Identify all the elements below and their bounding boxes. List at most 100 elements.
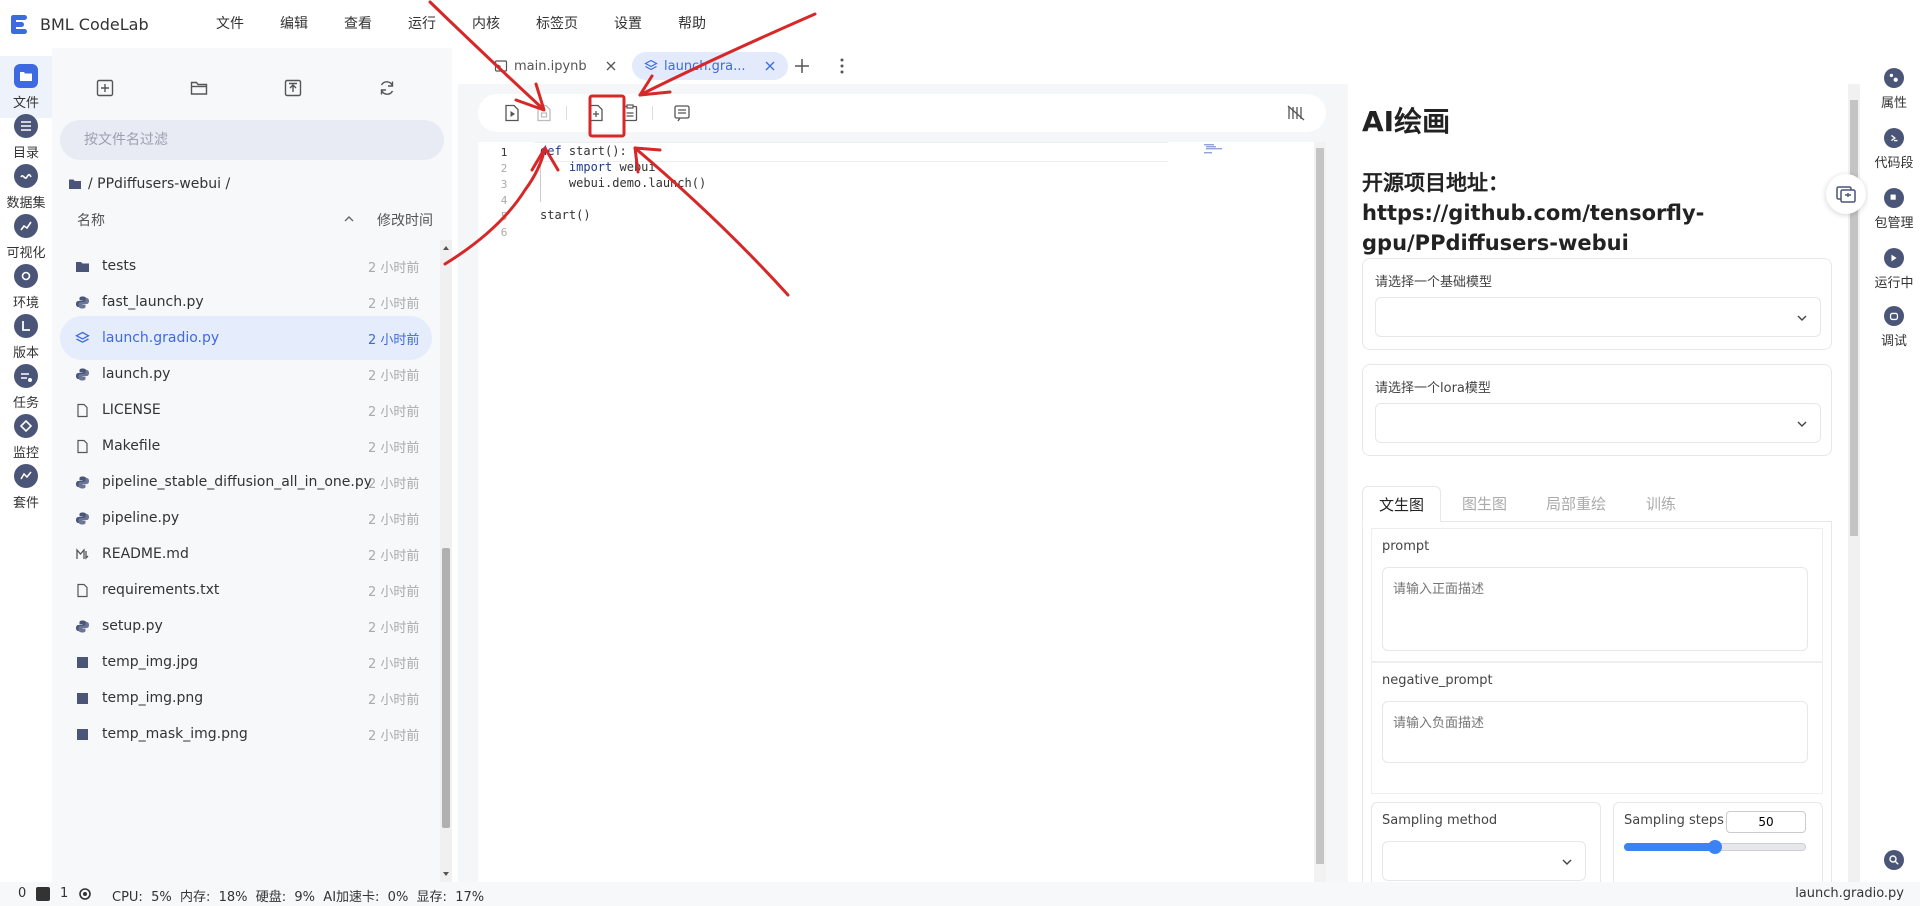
close-icon[interactable]	[764, 60, 776, 72]
menu-item-0[interactable]: 文件	[198, 0, 262, 48]
file-modified-time: 2 小时前	[368, 440, 420, 456]
menu-item-1[interactable]: 编辑	[262, 0, 326, 48]
tab-main-ipynb[interactable]: main.ipynb	[482, 52, 629, 80]
bml-logo-icon	[11, 15, 27, 34]
new-folder-icon	[190, 81, 208, 95]
file-file-icon	[74, 438, 90, 454]
terminal-icon[interactable]	[36, 887, 50, 901]
code-keyword: import	[568, 160, 613, 174]
lora-model-select[interactable]	[1375, 403, 1821, 443]
tab-training[interactable]: 训练	[1630, 486, 1692, 522]
package-icon	[1884, 188, 1904, 208]
add-tab-icon[interactable]	[792, 56, 812, 76]
floating-screenshot-button[interactable]	[1826, 174, 1866, 214]
base-model-select[interactable]	[1375, 297, 1821, 337]
comment-icon	[674, 105, 690, 122]
scrollbar-thumb[interactable]	[1850, 100, 1858, 536]
add-snippet-icon	[589, 104, 603, 122]
sampling-steps-input[interactable]	[1726, 811, 1806, 833]
activity-item-8[interactable]: 套件	[0, 456, 52, 518]
menu-item-6[interactable]: 设置	[596, 0, 660, 48]
file-name: README.md	[102, 546, 189, 562]
toggle-wrap-button[interactable]	[1286, 103, 1306, 123]
column-name-header[interactable]: 名称	[77, 210, 105, 230]
clipboard-button[interactable]	[620, 103, 640, 123]
scroll-down-icon[interactable]	[442, 870, 450, 878]
scroll-up-icon[interactable]	[442, 244, 450, 252]
editor-scrollbar[interactable]	[1314, 142, 1326, 882]
tab-inpainting[interactable]: 局部重绘	[1530, 486, 1622, 522]
environment-icon	[14, 264, 38, 288]
activity-label: 套件	[12, 496, 39, 511]
list-icon	[14, 114, 38, 138]
running-icon	[1884, 248, 1904, 268]
refresh-icon	[380, 81, 394, 95]
file-row[interactable]: temp_mask_img.png 2 小时前	[60, 712, 432, 756]
file-modified-time: 2 小时前	[368, 404, 420, 420]
run-file-button[interactable]	[502, 103, 522, 123]
task-icon	[14, 364, 38, 388]
save-file-button[interactable]	[534, 103, 554, 123]
chevron-up-icon[interactable]	[342, 212, 356, 226]
gradio-file-icon	[74, 330, 90, 346]
menu-item-3[interactable]: 运行	[390, 0, 454, 48]
tab-launch-gradio[interactable]: launch.gra...	[632, 52, 788, 80]
more-vertical-icon[interactable]	[832, 56, 852, 76]
search-icon[interactable]	[1884, 850, 1904, 870]
file-modified-time: 2 小时前	[368, 692, 420, 708]
slider-thumb[interactable]	[1708, 840, 1722, 854]
breadcrumb[interactable]: / PPdiffusers-webui /	[68, 176, 230, 192]
right-bar-label: 代码段	[1874, 156, 1914, 171]
file-modified-time: 2 小时前	[368, 584, 420, 600]
sampling-method-label: Sampling method	[1382, 813, 1498, 828]
menu-item-5[interactable]: 标签页	[518, 0, 596, 48]
gear-icon[interactable]	[78, 887, 92, 901]
close-icon[interactable]	[605, 60, 617, 72]
file-browser-panel: / PPdiffusers-webui / 名称 修改时间 tests 2 小时前…	[52, 48, 452, 882]
line-number: 6	[500, 226, 508, 239]
refresh-button[interactable]	[369, 70, 405, 106]
code-editor[interactable]: 1 2 3 4 5 6 def start(): import webui webui.d…	[478, 142, 1326, 882]
properties-icon	[1884, 68, 1904, 88]
editor-tab-bar: main.ipynb launch.gra...	[458, 48, 1348, 84]
sampling-method-select[interactable]	[1382, 841, 1586, 881]
menu-item-4[interactable]: 内核	[454, 0, 518, 48]
menu-item-7[interactable]: 帮助	[660, 0, 724, 48]
main-menu: 文件 编辑 查看 运行 内核 标签页 设置 帮助	[198, 0, 724, 48]
scrollbar-thumb[interactable]	[442, 548, 450, 828]
file-list-header: 名称 修改时间	[52, 204, 440, 236]
right-bar-item-1[interactable]: 代码段	[1868, 120, 1920, 180]
line-number: 5	[500, 210, 508, 223]
comment-button[interactable]	[672, 103, 692, 123]
new-file-button[interactable]	[87, 70, 123, 106]
file-modified-time: 2 小时前	[368, 296, 420, 312]
right-bar-label: 运行中	[1874, 276, 1914, 291]
file-name: fast_launch.py	[102, 294, 204, 310]
menu-item-2[interactable]: 查看	[326, 0, 390, 48]
brand-name: BML CodeLab	[40, 14, 149, 34]
image-file-icon	[74, 726, 90, 742]
column-time-header[interactable]: 修改时间	[377, 210, 433, 230]
code-line: start()	[540, 208, 591, 222]
right-bar-item-4[interactable]: 调试	[1868, 298, 1920, 358]
minimap[interactable]	[1202, 142, 1302, 162]
tab-text-to-image[interactable]: 文生图	[1362, 486, 1442, 522]
scrollbar-thumb[interactable]	[1316, 148, 1324, 864]
tab-image-to-image[interactable]: 图生图	[1446, 486, 1523, 522]
right-bar-item-2[interactable]: 包管理	[1868, 180, 1920, 240]
file-list-scrollbar[interactable]	[440, 240, 452, 882]
right-bar-item-0[interactable]: 属性	[1868, 60, 1920, 120]
kernel-count[interactable]: 0	[18, 886, 26, 901]
right-bar-item-3[interactable]: 运行中	[1868, 240, 1920, 300]
file-filter-input[interactable]	[60, 120, 444, 160]
page-title: AI绘画	[1362, 105, 1451, 138]
negative-prompt-input[interactable]	[1382, 701, 1808, 763]
code-line: import webui	[568, 160, 656, 174]
add-snippet-button[interactable]	[586, 103, 606, 123]
terminal-count[interactable]: 1	[60, 886, 68, 901]
suite-icon	[14, 464, 38, 488]
negative-prompt-block: negative_prompt	[1371, 662, 1823, 794]
upload-button[interactable]	[275, 70, 311, 106]
new-folder-button[interactable]	[181, 70, 217, 106]
prompt-input[interactable]	[1382, 567, 1808, 651]
